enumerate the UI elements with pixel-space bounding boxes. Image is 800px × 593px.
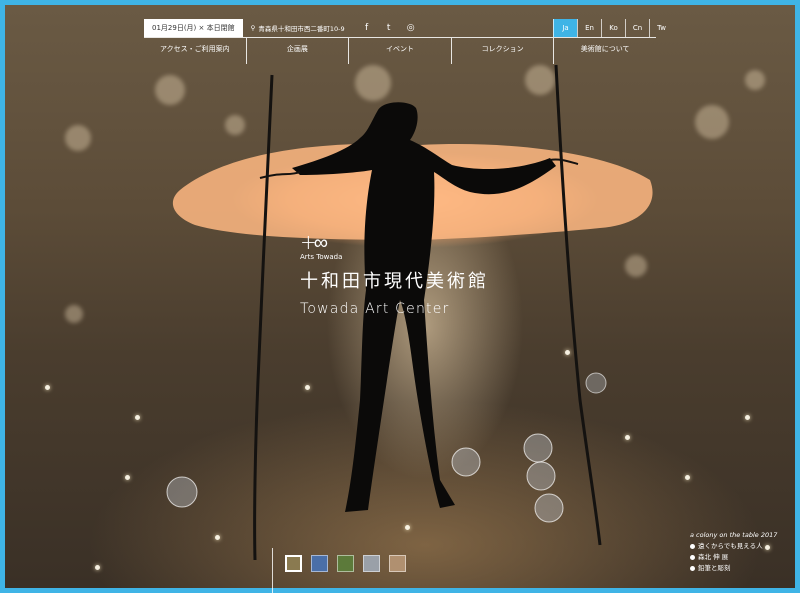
bullet-icon	[690, 544, 695, 549]
caption-line-3: 鉛筆と彫刻	[698, 564, 731, 572]
logo-sub: Arts Towada	[300, 253, 343, 261]
lang-ja[interactable]: Ja	[553, 19, 577, 37]
bullet-icon	[690, 555, 695, 560]
lang-en[interactable]: En	[577, 19, 601, 37]
opening-hours: 01月29日(月) × 本日閉館	[144, 19, 243, 37]
facebook-icon[interactable]: f	[361, 23, 373, 33]
instagram-icon[interactable]: ◎	[405, 23, 417, 33]
menu-item-collection[interactable]: コレクション	[450, 38, 554, 64]
exhibition-caption[interactable]: a colony on the table 2017 遠くからでも見える人 森北…	[690, 530, 777, 574]
slide-thumb-5[interactable]	[389, 555, 406, 572]
map-pin-icon: ⚲	[250, 24, 256, 32]
slide-thumb-1[interactable]	[285, 555, 302, 572]
slide-thumb-4[interactable]	[363, 555, 380, 572]
header-bar: 01月29日(月) × 本日閉館 ⚲ 青森県十和田市西二番町10-9 f t ◎	[144, 19, 417, 37]
bullet-icon	[690, 566, 695, 571]
menu-item-about[interactable]: 美術館について	[553, 38, 656, 64]
museum-name-en: Towada Art Center	[300, 301, 450, 317]
slide-thumbnails	[285, 555, 406, 572]
language-switcher: Ja En Ko Cn Tw	[553, 19, 673, 37]
slide-thumb-3[interactable]	[337, 555, 354, 572]
caption-title-en: a colony on the table 2017	[690, 531, 778, 539]
slider-divider	[272, 548, 273, 593]
menu-item-exhibitions[interactable]: 企画展	[245, 38, 349, 64]
lang-cn[interactable]: Cn	[625, 19, 649, 37]
address[interactable]: ⚲ 青森県十和田市西二番町10-9	[251, 23, 345, 33]
lang-tw[interactable]: Tw	[649, 19, 673, 37]
social-links: f t ◎	[361, 23, 417, 33]
twitter-icon[interactable]: t	[383, 23, 395, 33]
menu-item-events[interactable]: イベント	[348, 38, 451, 64]
slide-thumb-2[interactable]	[311, 555, 328, 572]
logo-mark: +∞	[300, 230, 328, 254]
site-logo[interactable]: +∞ Arts Towada 十和田市現代美術館 Towada Art Cent…	[300, 232, 489, 317]
caption-line-1: 遠くからでも見える人	[698, 542, 763, 550]
museum-name-ja: 十和田市現代美術館	[300, 271, 489, 292]
menu-item-access[interactable]: アクセス・ご利用案内	[144, 38, 246, 64]
lang-ko[interactable]: Ko	[601, 19, 625, 37]
caption-line-2: 森北 伸 展	[698, 553, 729, 561]
main-menu: アクセス・ご利用案内 企画展 イベント コレクション 美術館について	[144, 38, 656, 64]
address-text: 青森県十和田市西二番町10-9	[258, 25, 345, 33]
